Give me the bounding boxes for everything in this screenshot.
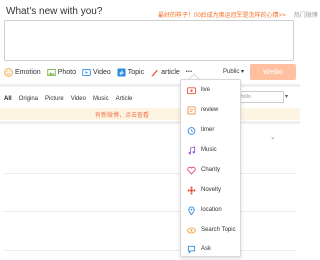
- menu-item-label: Charity: [201, 167, 221, 173]
- article-button[interactable]: article: [150, 68, 180, 77]
- feed-tabs: All Origina Picture Video Music Article: [4, 92, 139, 106]
- topic-icon: #: [117, 67, 126, 77]
- ask-icon: [187, 245, 196, 254]
- location-icon: [187, 206, 196, 215]
- menu-item-live[interactable]: live: [187, 83, 210, 97]
- tab-picture[interactable]: Picture: [45, 96, 64, 102]
- search-topic-icon: [187, 226, 196, 235]
- article-label: article: [161, 68, 180, 76]
- live-icon: [187, 86, 196, 95]
- tab-video[interactable]: Video: [71, 96, 86, 102]
- menu-item-label: location: [201, 207, 222, 213]
- menu-item-timer[interactable]: timer: [187, 123, 214, 137]
- composer-hint[interactable]: 最好的样子！00后成为奥运冠军是怎样的心情>> 热门微博: [158, 10, 318, 19]
- topic-button[interactable]: # Topic: [117, 67, 145, 77]
- menu-item-label: Ask: [201, 246, 212, 252]
- tab-all[interactable]: All: [4, 96, 12, 102]
- emotion-icon: [4, 67, 13, 77]
- more-menu: live review timer Music Charity Novelty: [180, 79, 241, 257]
- emotion-label: Emotion: [15, 68, 41, 76]
- menu-item-label: timer: [201, 127, 215, 133]
- article-icon: [150, 68, 159, 77]
- topic-label: Topic: [127, 68, 145, 76]
- photo-icon: [46, 68, 56, 77]
- banner-text: 有新微博，点击查看: [95, 112, 150, 119]
- charity-icon: [187, 166, 196, 175]
- menu-item-label: live: [201, 87, 211, 93]
- video-label: Video: [92, 68, 111, 76]
- feed-separator: [4, 173, 296, 174]
- menu-item-ask[interactable]: Ask: [187, 242, 211, 256]
- feed-divider: [0, 121, 300, 124]
- photo-button[interactable]: Photo: [46, 68, 76, 77]
- menu-item-label: Music: [201, 147, 217, 153]
- menu-item-charity[interactable]: Charity: [187, 163, 220, 177]
- tab-music[interactable]: Music: [93, 96, 109, 102]
- feed-separator: [4, 250, 296, 251]
- feed-separator: [4, 211, 296, 212]
- novelty-icon: [187, 186, 196, 195]
- section-divider: [0, 84, 300, 87]
- photo-label: Photo: [57, 68, 76, 76]
- hot-topics-link[interactable]: 热门微博: [294, 13, 318, 19]
- menu-item-label: Novelty: [201, 187, 222, 193]
- svg-text:#: #: [119, 69, 124, 76]
- visibility-dropdown[interactable]: Public ▾: [223, 68, 244, 75]
- chevron-down-icon[interactable]: ▾: [285, 93, 288, 100]
- menu-item-search-topic[interactable]: Search Topic: [187, 223, 236, 237]
- music-icon: [187, 145, 196, 155]
- video-icon: [82, 68, 91, 77]
- menu-item-review[interactable]: review: [187, 103, 218, 117]
- menu-item-label: review: [201, 107, 219, 113]
- publish-button[interactable]: Weibo: [250, 64, 296, 80]
- menu-item-label: Search Topic: [201, 227, 236, 233]
- tab-original[interactable]: Origina: [19, 96, 38, 102]
- hint-link[interactable]: 最好的样子！00后成为奥运冠军是怎样的心情>>: [158, 13, 286, 19]
- emotion-button[interactable]: Emotion: [4, 67, 41, 77]
- timer-icon: [187, 126, 196, 135]
- composer-toolbar: Emotion Photo Video # Topic article •••: [4, 65, 199, 79]
- review-icon: [187, 105, 196, 115]
- new-posts-banner[interactable]: 有新微博，点击查看: [0, 108, 300, 120]
- video-button[interactable]: Video: [82, 68, 111, 77]
- menu-item-music[interactable]: Music: [187, 143, 217, 157]
- card-menu-chevron-icon[interactable]: ⌄: [270, 133, 276, 141]
- post-textarea[interactable]: [4, 20, 294, 61]
- composer-title: What's new with you?: [6, 6, 103, 17]
- menu-item-location[interactable]: location: [187, 203, 222, 217]
- tab-article[interactable]: Article: [116, 96, 133, 102]
- menu-item-novelty[interactable]: Novelty: [187, 183, 221, 197]
